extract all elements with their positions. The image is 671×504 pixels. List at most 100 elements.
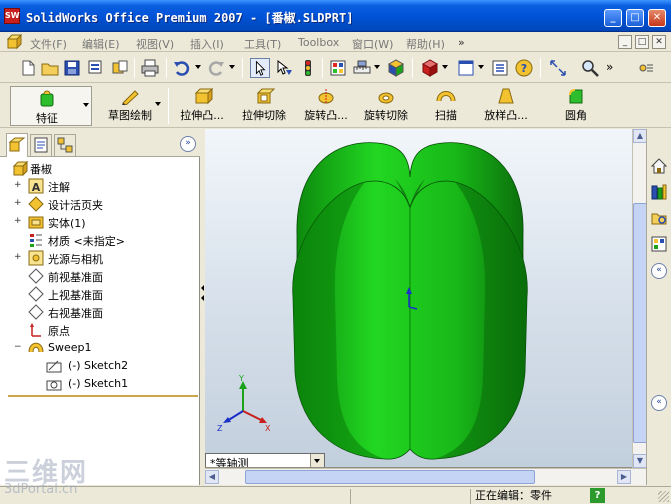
part-document-icon[interactable]: [6, 34, 22, 50]
rollback-bar[interactable]: [8, 395, 198, 397]
expand-task-pane-button[interactable]: «: [651, 395, 667, 411]
features-dropdown-icon[interactable]: [83, 103, 89, 107]
title-bar[interactable]: SW SolidWorks Office Premium 2007 - [番椒.…: [0, 0, 671, 32]
save-icon[interactable]: [62, 58, 82, 78]
scroll-left-button[interactable]: ◀: [205, 470, 219, 484]
options-icon[interactable]: [328, 58, 348, 78]
sweep-button[interactable]: 扫描: [418, 87, 474, 125]
design-library-icon[interactable]: [650, 183, 668, 201]
expander-icon[interactable]: +: [14, 217, 22, 226]
sketch-tab-button[interactable]: 草图绘制: [94, 87, 166, 125]
revolved-boss-button[interactable]: 旋转凸...: [296, 87, 356, 125]
command-tab-features[interactable]: 特征: [10, 86, 92, 126]
menu-edit[interactable]: 编辑(E): [82, 36, 120, 52]
property-manager-tab[interactable]: [30, 134, 52, 156]
view-dropdown-button[interactable]: [310, 454, 324, 467]
close-button[interactable]: ✕: [648, 9, 666, 27]
measure-icon[interactable]: [352, 58, 372, 78]
feature-manager-tab[interactable]: [6, 133, 28, 157]
vertical-scroll-thumb[interactable]: [633, 203, 647, 443]
zoom-to-fit-icon[interactable]: [548, 58, 568, 78]
doc-close-button[interactable]: ✕: [652, 35, 666, 49]
properties-icon[interactable]: [490, 58, 510, 78]
fillet-button[interactable]: 圆角: [548, 87, 604, 125]
print-icon[interactable]: [140, 58, 160, 78]
redo-icon[interactable]: [206, 58, 226, 78]
undo-icon[interactable]: [172, 58, 192, 78]
doc-minimize-button[interactable]: _: [618, 35, 632, 49]
maximize-button[interactable]: □: [626, 9, 644, 27]
tree-item-sketch1[interactable]: (-) Sketch1: [0, 375, 200, 393]
menu-tools[interactable]: 工具(T): [244, 36, 281, 52]
features-tab-button[interactable]: 特征: [11, 90, 83, 128]
view-orientation-dropdown-icon[interactable]: [478, 65, 484, 69]
scroll-down-button[interactable]: ▼: [633, 454, 647, 468]
display-style-icon[interactable]: [420, 58, 440, 78]
collapse-task-pane-button[interactable]: «: [651, 263, 667, 279]
lofted-boss-button[interactable]: 放样凸...: [476, 87, 536, 125]
resize-grip-icon[interactable]: [658, 491, 669, 502]
tree-item-right-plane[interactable]: 右视基准面: [0, 303, 200, 321]
menu-window[interactable]: 窗口(W): [352, 36, 393, 52]
select-cursor-icon[interactable]: [250, 58, 270, 78]
expander-icon[interactable]: −: [14, 343, 22, 352]
tree-item-sketch2[interactable]: (-) Sketch2: [0, 357, 200, 375]
expander-icon[interactable]: +: [14, 199, 22, 208]
file-explorer-icon[interactable]: [650, 209, 668, 227]
menu-help[interactable]: 帮助(H): [406, 36, 445, 52]
tree-item-design-binder[interactable]: + 设计活页夹: [0, 195, 200, 213]
display-style-dropdown-icon[interactable]: [442, 65, 448, 69]
tree-item-annotations[interactable]: + A 注解: [0, 177, 200, 195]
quick-tips-help-button[interactable]: ?: [590, 488, 605, 503]
menu-view[interactable]: 视图(V): [136, 36, 174, 52]
extruded-cut-button[interactable]: 拉伸切除: [234, 87, 294, 125]
graphics-area[interactable]: Y X Z *等轴测: [205, 129, 632, 468]
solidworks-logo-icon[interactable]: SW: [4, 8, 20, 24]
tree-item-sweep1[interactable]: − Sweep1: [0, 339, 200, 357]
menu-insert[interactable]: 插入(I): [190, 36, 224, 52]
select-filter-icon[interactable]: [274, 58, 294, 78]
horizontal-scroll-thumb[interactable]: [245, 470, 535, 484]
menu-toolbox[interactable]: Toolbox: [298, 36, 339, 49]
expander-icon[interactable]: +: [14, 181, 22, 190]
view-palette-icon[interactable]: [650, 235, 668, 253]
pepper-model[interactable]: [285, 137, 535, 467]
zoom-icon[interactable]: [580, 58, 600, 78]
open-folder-icon[interactable]: [40, 58, 60, 78]
collapse-panel-button[interactable]: »: [180, 136, 196, 152]
scroll-up-button[interactable]: ▲: [633, 129, 647, 143]
tree-item-solid-bodies[interactable]: + 实体(1): [0, 213, 200, 231]
scroll-right-button[interactable]: ▶: [617, 470, 631, 484]
menu-overflow-icon[interactable]: »: [458, 36, 465, 49]
menu-file[interactable]: 文件(F): [30, 36, 67, 52]
revolved-cut-button[interactable]: 旋转切除: [356, 87, 416, 125]
help-icon[interactable]: ?: [514, 58, 534, 78]
make-drawing-icon[interactable]: [110, 58, 130, 78]
tree-item-lights-cameras[interactable]: + 光源与相机: [0, 249, 200, 267]
lights-icon[interactable]: [636, 58, 656, 78]
vertical-scrollbar[interactable]: ▲ ▼: [632, 129, 647, 468]
minimize-button[interactable]: _: [604, 9, 622, 27]
configuration-manager-tab[interactable]: [54, 134, 76, 156]
expander-icon[interactable]: +: [14, 253, 22, 262]
toolbar-overflow-icon[interactable]: »: [606, 60, 626, 80]
view-orientation-icon[interactable]: [456, 58, 476, 78]
sketch-dropdown-icon[interactable]: [155, 102, 161, 106]
extruded-boss-button[interactable]: 拉伸凸...: [172, 87, 232, 125]
redo-dropdown-icon[interactable]: [229, 65, 235, 69]
view-orientation-select[interactable]: *等轴测: [205, 453, 325, 467]
print-preview-icon[interactable]: [86, 58, 106, 78]
tree-root[interactable]: 番椒: [0, 159, 200, 177]
tree-item-top-plane[interactable]: 上视基准面: [0, 285, 200, 303]
mass-properties-icon[interactable]: [386, 58, 406, 78]
tree-item-origin[interactable]: 原点: [0, 321, 200, 339]
tree-item-front-plane[interactable]: 前视基准面: [0, 267, 200, 285]
new-document-icon[interactable]: [18, 58, 38, 78]
horizontal-scrollbar[interactable]: ◀ ▶: [205, 468, 646, 485]
rebuild-icon[interactable]: [298, 58, 318, 78]
home-icon[interactable]: [650, 157, 668, 175]
measure-dropdown-icon[interactable]: [374, 65, 380, 69]
doc-restore-button[interactable]: □: [635, 35, 649, 49]
tree-item-material[interactable]: 材质 <未指定>: [0, 231, 200, 249]
undo-dropdown-icon[interactable]: [195, 65, 201, 69]
